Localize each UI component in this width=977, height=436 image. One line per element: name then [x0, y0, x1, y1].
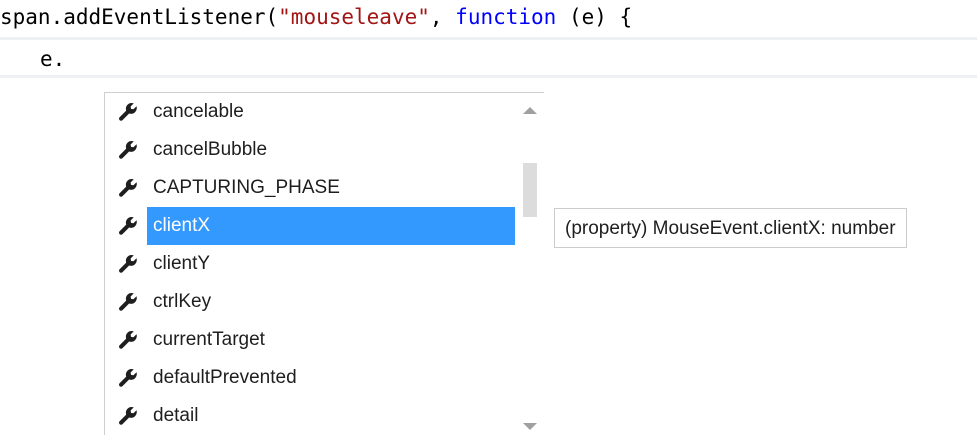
completion-item-label: cancelBubble [153, 139, 268, 160]
completion-item-label: ctrlKey [153, 291, 212, 312]
code-text: , [429, 5, 456, 29]
tooltip-text: (property) MouseEvent.clientX: number [565, 218, 896, 239]
scrollbar[interactable] [515, 93, 545, 436]
completion-item[interactable]: detail [105, 397, 515, 435]
completion-item[interactable]: cancelable [105, 93, 515, 131]
scroll-up-arrow-icon[interactable] [523, 107, 537, 114]
completion-item-label: cancelable [153, 101, 244, 122]
completion-item-label: detail [153, 405, 199, 426]
completion-item[interactable]: currentTarget [105, 321, 515, 359]
code-line-2[interactable]: e. [0, 42, 977, 76]
quick-info-tooltip: (property) MouseEvent.clientX: number [554, 208, 907, 248]
wrench-icon [113, 397, 143, 435]
completion-item[interactable]: defaultPrevented [105, 359, 515, 397]
completion-list[interactable]: cancelable cancelBubble CAPTURING_PHASEcli… [104, 92, 545, 436]
completion-item-label: clientX [147, 207, 515, 245]
wrench-icon [113, 131, 143, 169]
completion-item-label: defaultPrevented [153, 367, 297, 388]
completion-item[interactable]: clientY [105, 245, 515, 283]
code-text: e. [40, 47, 66, 71]
completion-item[interactable]: clientX [105, 207, 515, 245]
string-literal: "mouseleave" [278, 5, 430, 29]
wrench-icon [113, 207, 143, 245]
wrench-icon [113, 93, 143, 131]
code-text: span.addEventListener( [0, 5, 279, 29]
line-separator [0, 37, 977, 40]
scroll-down-arrow-icon[interactable] [523, 423, 537, 430]
wrench-icon [113, 169, 143, 207]
completion-item[interactable]: ctrlKey [105, 283, 515, 321]
completion-item-label: currentTarget [153, 329, 265, 350]
wrench-icon [113, 321, 143, 359]
line-separator [0, 75, 977, 78]
wrench-icon [113, 359, 143, 397]
scroll-thumb[interactable] [523, 163, 537, 217]
wrench-icon [113, 245, 143, 283]
code-line-1[interactable]: span.addEventListener("mouseleave", func… [0, 0, 977, 34]
keyword: function [455, 5, 557, 29]
code-text: (e) { [556, 5, 633, 29]
completion-item-label: clientY [153, 253, 211, 274]
wrench-icon [113, 283, 143, 321]
completion-item-label: CAPTURING_PHASE [153, 177, 340, 198]
completion-item[interactable]: CAPTURING_PHASE [105, 169, 515, 207]
completion-item[interactable]: cancelBubble [105, 131, 515, 169]
